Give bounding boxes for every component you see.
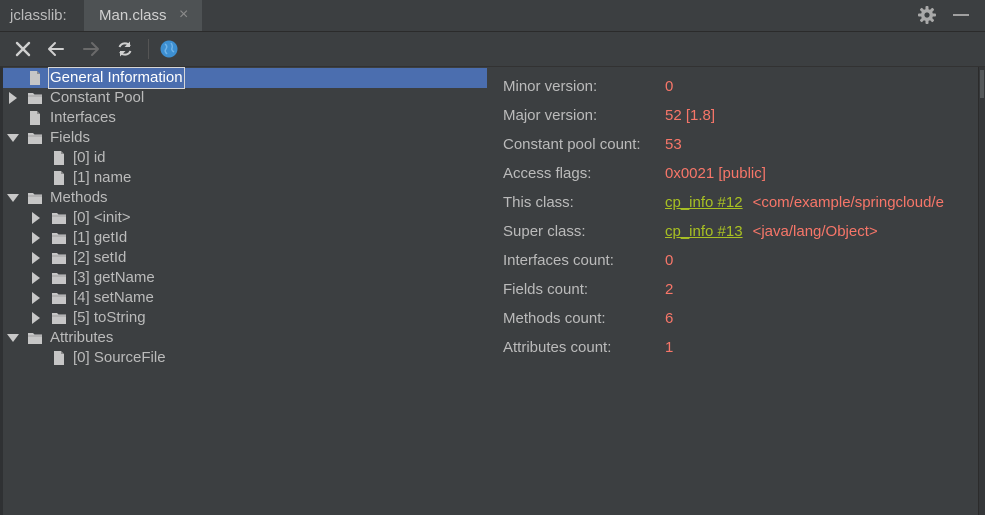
tree-item-label: [1] name [73,169,132,186]
expand-arrow-icon[interactable] [30,228,42,248]
folder-icon [27,130,43,146]
tree-item-label: Interfaces [50,109,116,126]
info-key: Interfaces count: [503,252,614,269]
scrollbar-thumb[interactable] [980,70,984,98]
info-value: 2 [665,281,674,298]
info-value: 0 [665,78,674,95]
tree-item-label: [2] setId [73,249,127,266]
expand-arrow-icon[interactable] [30,268,42,288]
info-key: Major version: [503,107,598,124]
minimize-icon[interactable] [953,14,969,16]
general-information-panel: Minor version: 0 Major version: 52 [1.8]… [487,67,978,515]
folder-icon [27,190,43,206]
toolbar-separator [148,39,149,59]
info-value: 6 [665,310,674,327]
tree-item-label: [0] SourceFile [73,349,166,366]
info-value: 0x0021 [public] [665,165,766,182]
folder-icon [51,250,67,266]
back-arrow-icon[interactable] [46,39,66,59]
tree-item-label: [1] getId [73,229,128,246]
info-key: Super class: [503,223,586,240]
tree-item-label: Constant Pool [50,89,145,106]
info-key: Attributes count: [503,339,612,356]
expand-arrow-icon[interactable] [30,308,42,328]
tab-man-class[interactable]: Man.class × [84,0,202,31]
tree-item-label: Attributes [50,329,114,346]
folder-icon [27,90,43,106]
folder-icon [51,230,67,246]
document-icon [51,350,67,366]
info-value: 52 [1.8] [665,107,716,124]
document-icon [51,170,67,186]
folder-icon [51,290,67,306]
class-structure-tree: General Information Constant Pool Interf… [3,67,487,515]
this-class-cp-link[interactable]: cp_info #12 [665,194,743,211]
info-key: This class: [503,194,574,211]
gear-icon[interactable] [917,5,937,25]
collapse-arrow-icon[interactable] [7,328,19,348]
document-icon [51,150,67,166]
info-value: cp_info #13 <java/lang/Object> [665,221,878,243]
tree-item-label: General Information [48,67,185,89]
document-icon [27,110,43,126]
toolbar [0,32,985,67]
info-key: Minor version: [503,78,598,95]
tree-item-label: [5] toString [73,309,146,326]
info-key: Access flags: [503,165,592,182]
refresh-icon[interactable] [115,39,135,59]
tree-item-label: [3] getName [73,269,155,286]
tab-label: Man.class [99,7,167,24]
info-value: 1 [665,339,674,356]
expand-arrow-icon[interactable] [30,288,42,308]
info-key: Fields count: [503,281,589,298]
tab-close-icon[interactable]: × [179,6,188,24]
web-browser-icon[interactable] [159,39,179,59]
tool-window-title: jclasslib: [10,7,67,24]
folder-icon [51,310,67,326]
folder-icon [51,210,67,226]
collapse-arrow-icon[interactable] [7,188,19,208]
info-value: 53 [665,136,682,153]
folder-icon [27,330,43,346]
this-class-name: <com/example/springcloud/e [752,194,944,211]
folder-icon [51,270,67,286]
tree-item-label: [0] <init> [73,209,131,226]
tab-bar: jclasslib: Man.class × [0,0,985,32]
info-value: 0 [665,252,674,269]
tree-item-general-information[interactable]: General Information [3,67,487,89]
expand-arrow-icon[interactable] [30,208,42,228]
info-key: Constant pool count: [503,136,641,153]
info-value: cp_info #12 <com/example/springcloud/e [665,192,944,214]
collapse-arrow-icon[interactable] [7,128,19,148]
super-class-name: <java/lang/Object> [752,223,878,240]
tree-item-label: [4] setName [73,289,154,306]
expand-arrow-icon[interactable] [7,88,19,108]
super-class-cp-link[interactable]: cp_info #13 [665,223,743,240]
tree-item-label: Methods [50,189,108,206]
vertical-scrollbar[interactable] [978,67,985,515]
forward-arrow-icon[interactable] [81,39,101,59]
info-key: Methods count: [503,310,606,327]
document-icon [27,70,43,86]
close-icon[interactable] [13,39,33,59]
expand-arrow-icon[interactable] [30,248,42,268]
tree-item-label: [0] id [73,149,106,166]
tree-item-label: Fields [50,129,91,146]
